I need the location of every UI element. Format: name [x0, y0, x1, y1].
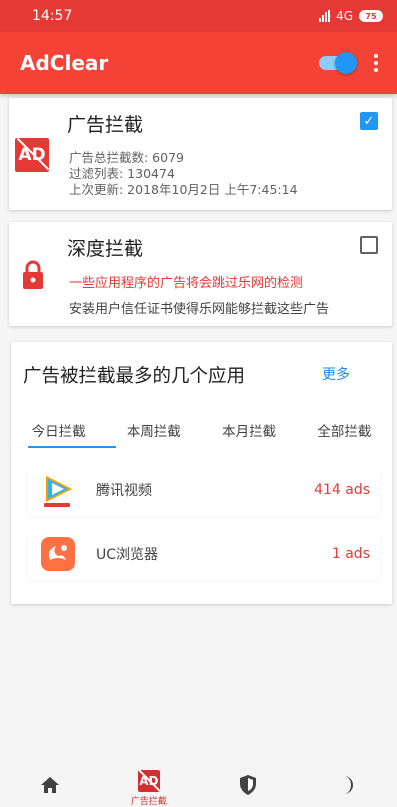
app-title: AdClear [20, 51, 109, 75]
top-apps-card: 广告被拦截最多的几个应用 更多 今日拦截 本周拦截 本月拦截 全部拦截 腾讯视频… [11, 342, 392, 604]
deep-block-title: 深度拦截 [67, 238, 144, 260]
uc-browser-icon [41, 537, 75, 571]
nav-night[interactable] [317, 766, 377, 804]
tab-all[interactable]: 全部拦截 [297, 416, 392, 452]
app-actions [319, 52, 381, 74]
more-link[interactable]: 更多 [322, 364, 350, 384]
list-item[interactable]: UC浏览器 1 ads [28, 528, 380, 580]
toggle-knob [335, 52, 357, 74]
top-apps-title: 广告被拦截最多的几个应用 [23, 366, 246, 387]
last-update-stat: 上次更新: 2018年10月2日 上午7:45:14 [69, 182, 298, 197]
app-ad-count: 414 ads [314, 482, 370, 498]
bottom-nav: AD 广告拦截 [0, 766, 397, 807]
deep-block-checkbox[interactable] [360, 236, 378, 254]
deep-block-card[interactable]: 深度拦截 一些应用程序的广告将会跳过乐网的检测 安装用户信任证书使得乐网能够拦截… [9, 222, 392, 326]
nav-ad-block-label: 广告拦截 [130, 797, 167, 807]
filter-list-stat: 过滤列表: 130474 [69, 166, 175, 181]
tab-month[interactable]: 本月拦截 [202, 416, 297, 452]
tencent-video-icon [44, 476, 72, 507]
ad-block-card[interactable]: AD 广告拦截 ✓ 广告总拦截数: 6079 过滤列表: 130474 上次更新… [9, 98, 392, 210]
ad-block-icon: AD [15, 138, 49, 172]
app-name: 腾讯视频 [96, 483, 152, 499]
list-item[interactable]: 腾讯视频 414 ads [28, 464, 380, 516]
tab-week[interactable]: 本周拦截 [106, 416, 201, 452]
deep-block-description: 安装用户信任证书使得乐网能够拦截这些广告 [69, 302, 330, 317]
shield-icon [240, 775, 257, 795]
app-ad-count: 1 ads [331, 546, 370, 562]
ad-block-checkbox[interactable]: ✓ [360, 112, 378, 130]
master-toggle[interactable] [319, 52, 357, 74]
deep-block-warning: 一些应用程序的广告将会跳过乐网的检测 [69, 276, 304, 291]
nav-ad-block[interactable]: AD 广告拦截 [119, 766, 179, 807]
active-tab-indicator [28, 446, 116, 448]
status-indicators: 4G 75 [319, 9, 383, 23]
status-time: 14:57 [32, 8, 73, 24]
lock-icon [23, 260, 43, 289]
total-blocked-stat: 广告总拦截数: 6079 [69, 150, 184, 165]
ad-block-title: 广告拦截 [67, 114, 144, 136]
home-icon [40, 777, 59, 793]
app-name: UC浏览器 [96, 547, 159, 563]
ad-block-icon: AD [137, 770, 160, 792]
battery-icon: 75 [359, 10, 383, 22]
nav-home[interactable] [20, 766, 80, 804]
app-bar: AdClear [0, 32, 397, 94]
network-type: 4G [336, 9, 353, 23]
signal-icon [319, 10, 331, 22]
moon-icon [344, 776, 354, 794]
battery-level: 75 [365, 11, 377, 21]
nav-shield[interactable] [218, 766, 278, 804]
overflow-menu-icon[interactable] [371, 54, 381, 72]
status-bar: 14:57 4G 75 [0, 0, 397, 32]
